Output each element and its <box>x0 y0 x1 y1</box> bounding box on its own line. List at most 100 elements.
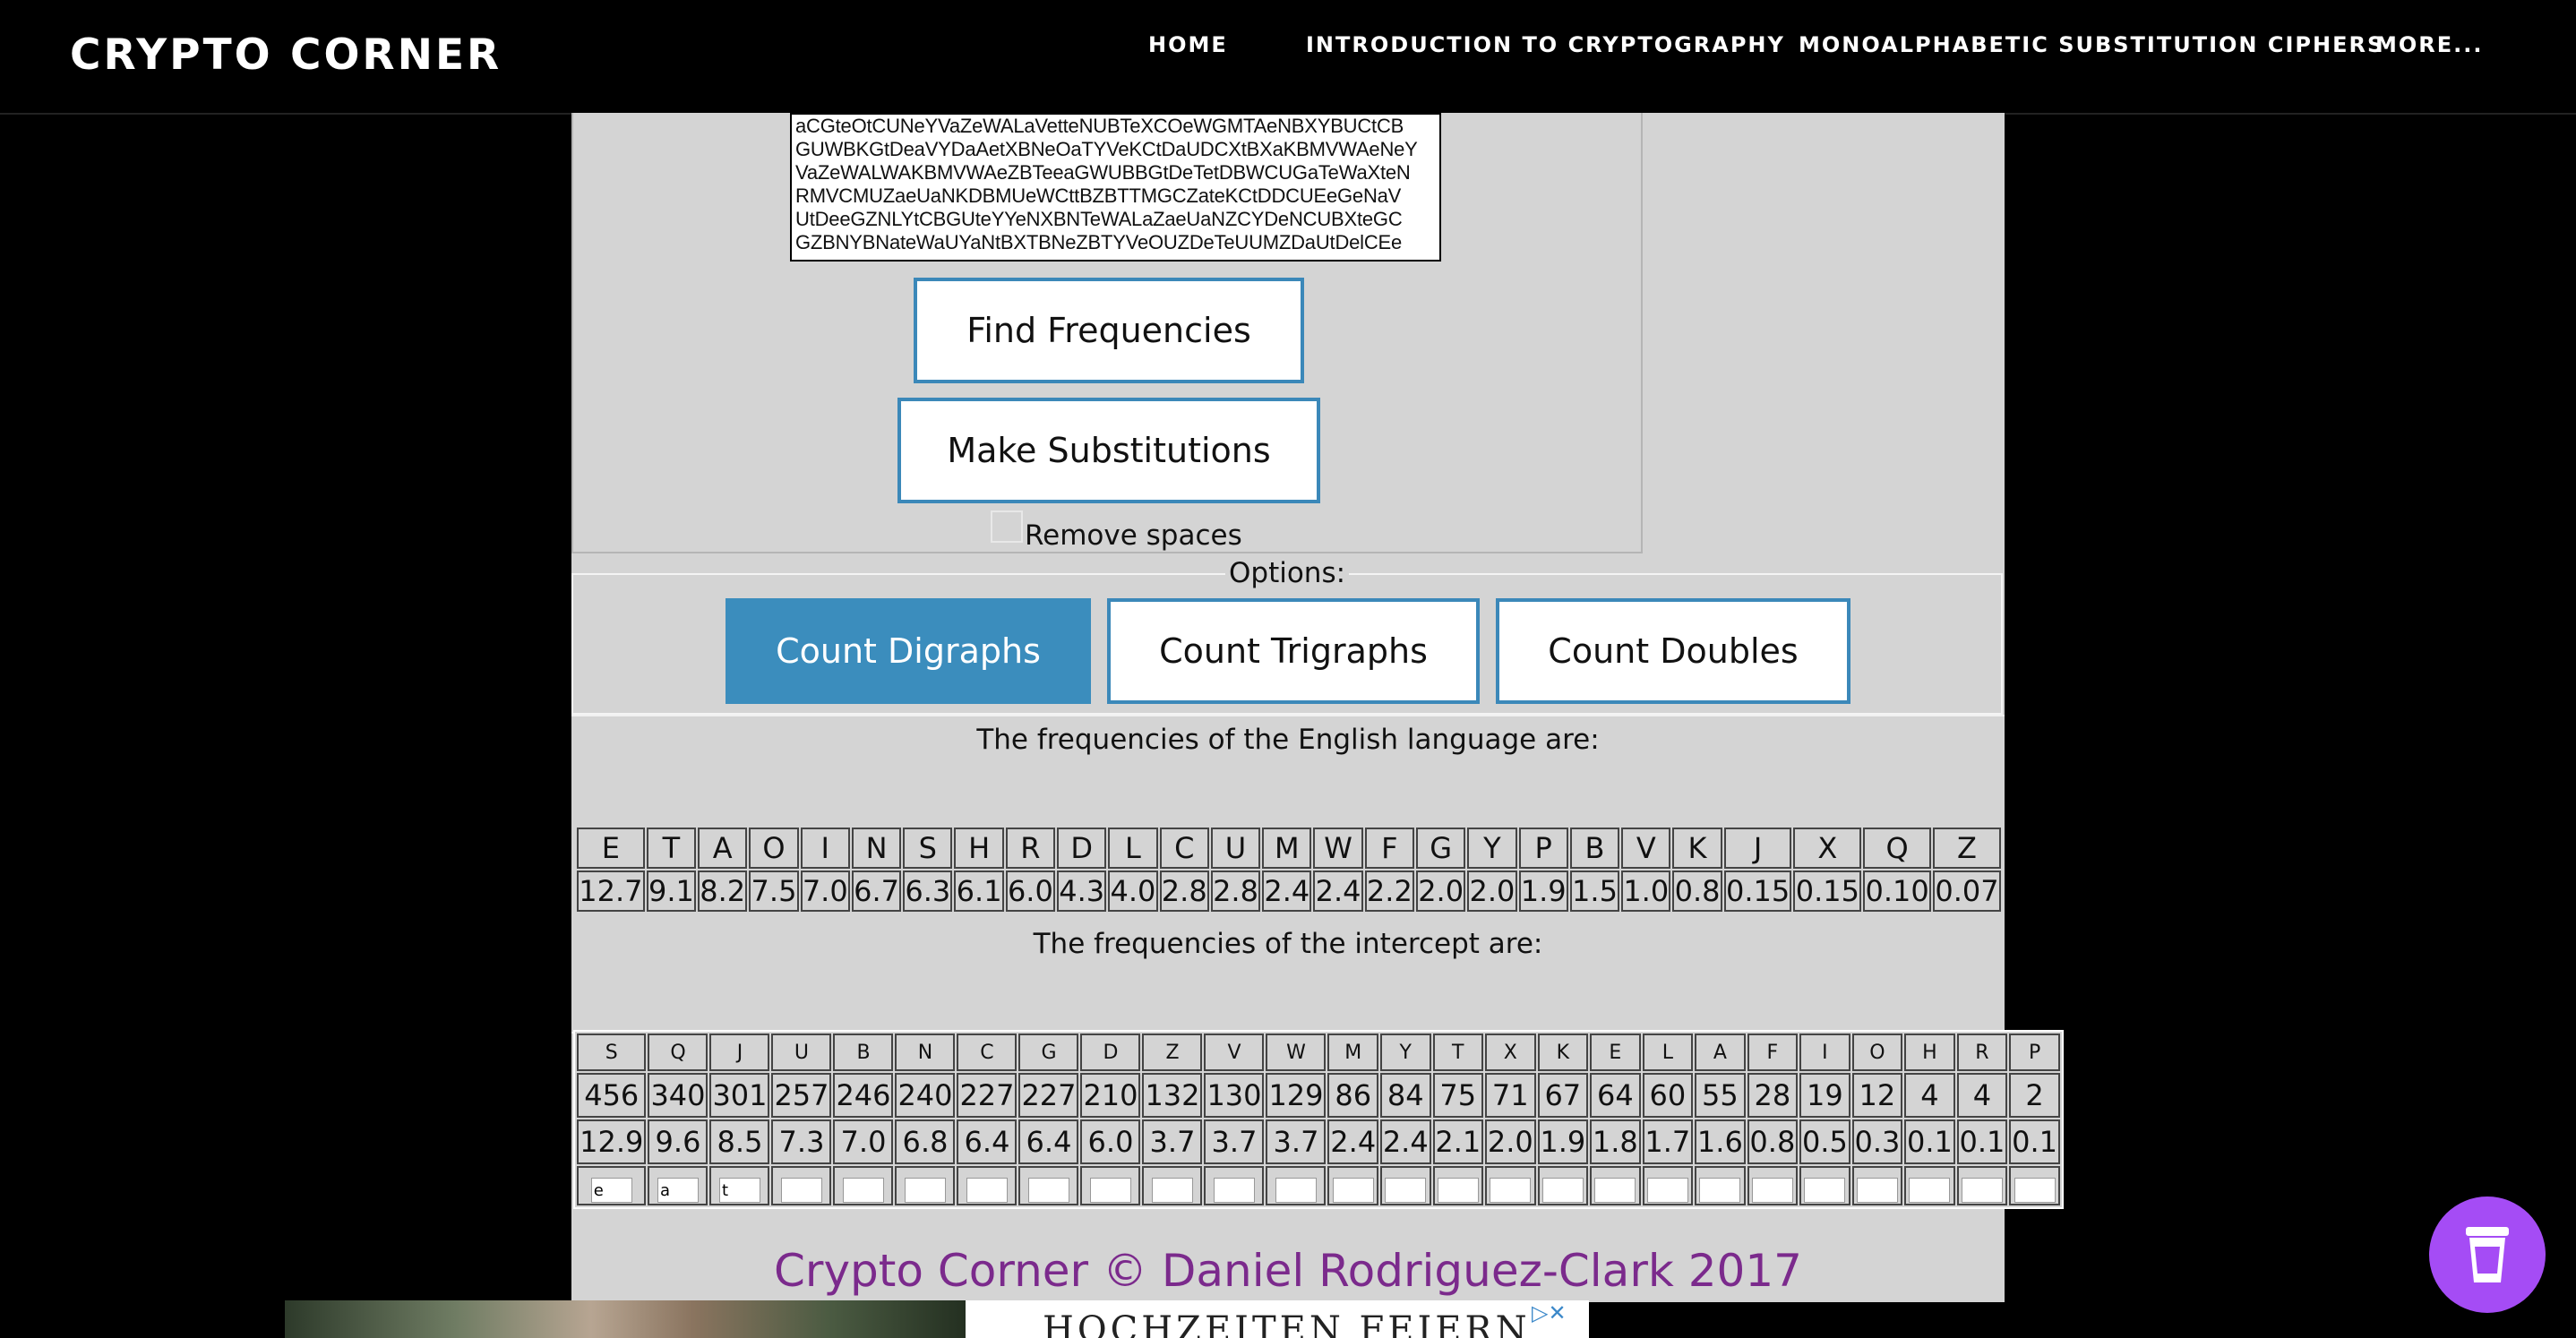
intercept-substitution-row <box>577 1166 2060 1205</box>
count-doubles-button[interactable]: Count Doubles <box>1496 598 1850 704</box>
english-freq-cell: 2.0 <box>1467 871 1517 912</box>
count-trigraphs-button[interactable]: Count Trigraphs <box>1107 598 1480 704</box>
intercept-count-cell: 210 <box>1080 1073 1141 1118</box>
nav-monoalphabetic[interactable]: MONOALPHABETIC SUBSTITUTION CIPHERS <box>1799 32 2384 57</box>
intercept-percent-cell: 2.4 <box>1380 1119 1431 1164</box>
intercept-letter-cell: M <box>1327 1034 1378 1071</box>
intercept-count-cell: 86 <box>1327 1073 1378 1118</box>
nav-home[interactable]: HOME <box>1148 32 1228 57</box>
substitution-cell <box>1642 1166 1694 1205</box>
english-letter-cell: H <box>954 828 1004 869</box>
substitution-input[interactable] <box>1385 1178 1427 1204</box>
substitution-input[interactable] <box>1751 1178 1793 1204</box>
substitution-cell <box>1432 1166 1484 1205</box>
substitution-input[interactable] <box>1275 1178 1317 1204</box>
intercept-frequency-table: SQJUBNCGDZVWMYTXKELAFIOHRP 456 340 301 257 2… <box>573 1030 2064 1209</box>
remove-spaces-checkbox[interactable] <box>991 510 1023 543</box>
intercept-letter-cell: Y <box>1380 1034 1431 1071</box>
substitution-input[interactable] <box>1213 1178 1255 1204</box>
substitution-input[interactable] <box>966 1178 1008 1204</box>
substitution-input[interactable] <box>1541 1178 1584 1204</box>
english-frequency-table: ETAOINSHRDLCUMWFGYPBVKJXQZ 12.7 9.1 8.2 7.5… <box>575 826 2003 913</box>
ad-close-icon[interactable]: ▷✕ <box>1532 1300 1567 1325</box>
options-legend: Options: <box>1225 557 1350 589</box>
substitution-input[interactable] <box>1027 1178 1069 1204</box>
english-freq-cell: 12.7 <box>577 871 645 912</box>
substitution-input[interactable] <box>1437 1178 1479 1204</box>
substitution-input[interactable] <box>1961 1178 2003 1204</box>
intercept-letter-cell: V <box>1204 1034 1265 1071</box>
substitution-input[interactable] <box>1594 1178 1636 1204</box>
substitution-cell <box>709 1166 770 1205</box>
intercept-count-cell: 340 <box>648 1073 708 1118</box>
site-brand[interactable]: CRYPTO CORNER <box>70 30 502 80</box>
substitution-input[interactable] <box>1804 1178 1846 1204</box>
ciphertext-textarea[interactable]: aCGteOtCUNeYVaZeWALaVetteNUBTeXCOeWGMTAe… <box>790 113 1441 262</box>
ad-headline: HOCHZEITEN FEIERN <box>1043 1309 1531 1338</box>
make-substitutions-button[interactable]: Make Substitutions <box>897 398 1320 503</box>
intercept-count-cell: 4 <box>1904 1073 1955 1118</box>
substitution-input[interactable] <box>1089 1178 1131 1204</box>
ciphertext-line: UtDeeGZNLYtCBGUteYYeNXBNTeWALaZaeUaNZCYD… <box>795 208 1403 230</box>
english-freq-cell: 1.0 <box>1621 871 1671 912</box>
substitution-input[interactable] <box>780 1178 822 1204</box>
substitution-input[interactable] <box>1490 1178 1532 1204</box>
ad-photo[interactable] <box>285 1300 966 1338</box>
english-letter-cell: G <box>1416 828 1466 869</box>
english-freq-cell: 2.2 <box>1364 871 1414 912</box>
intercept-percent-cell: 9.6 <box>648 1119 708 1164</box>
substitution-cell <box>1018 1166 1079 1205</box>
substitution-cell <box>1747 1166 1799 1205</box>
substitution-input[interactable] <box>1332 1178 1374 1204</box>
intercept-count-cell: 75 <box>1432 1073 1484 1118</box>
english-freq-cell: 2.0 <box>1416 871 1466 912</box>
english-freq-cell: 4.0 <box>1108 871 1158 912</box>
substitution-input[interactable] <box>657 1178 699 1204</box>
english-letter-cell: W <box>1313 828 1363 869</box>
english-freq-cell: 0.15 <box>1723 871 1792 912</box>
english-caption: The frequencies of the English language … <box>976 724 1600 756</box>
intercept-letter-cell: B <box>833 1034 894 1071</box>
intercept-percent-row: 12.9 9.6 8.5 7.3 7.0 6.8 6.4 6.4 6.0 3.7 3.7 3.7 2.4… <box>577 1119 2060 1164</box>
substitution-input[interactable] <box>1646 1178 1688 1204</box>
english-letter-cell: U <box>1210 828 1261 869</box>
nav-intro-cryptography[interactable]: INTRODUCTION TO CRYPTOGRAPHY <box>1306 32 1785 57</box>
nav-more[interactable]: MORE... <box>2375 32 2484 57</box>
intercept-letter-cell: R <box>1956 1034 2008 1071</box>
substitution-input[interactable] <box>718 1178 760 1204</box>
count-digraphs-button[interactable]: Count Digraphs <box>726 598 1091 704</box>
intercept-letter-cell: N <box>895 1034 956 1071</box>
substitution-input[interactable] <box>1699 1178 1741 1204</box>
find-frequencies-button[interactable]: Find Frequencies <box>914 278 1304 383</box>
substitution-input[interactable] <box>2014 1178 2056 1204</box>
intercept-letter-cell: A <box>1695 1034 1746 1071</box>
buy-coffee-button[interactable] <box>2429 1196 2546 1313</box>
english-freq-cell: 0.07 <box>1933 871 2001 912</box>
english-letter-cell: F <box>1364 828 1414 869</box>
intercept-percent-cell: 2.1 <box>1432 1119 1484 1164</box>
intercept-percent-cell: 3.7 <box>1142 1119 1203 1164</box>
substitution-input[interactable] <box>1151 1178 1193 1204</box>
english-freq-cell: 2.8 <box>1210 871 1261 912</box>
intercept-count-cell: 64 <box>1590 1073 1641 1118</box>
substitution-input[interactable] <box>842 1178 884 1204</box>
substitution-cell <box>1590 1166 1641 1205</box>
english-freq-cell: 7.5 <box>749 871 799 912</box>
english-letter-cell: X <box>1793 828 1862 869</box>
intercept-count-cell: 4 <box>1956 1073 2008 1118</box>
english-letter-cell: B <box>1569 828 1620 869</box>
intercept-letter-cell: X <box>1485 1034 1536 1071</box>
substitution-input[interactable] <box>1909 1178 1951 1204</box>
intercept-letter-cell: I <box>1799 1034 1850 1071</box>
substitution-input[interactable] <box>590 1178 632 1204</box>
english-freq-cell: 7.0 <box>800 871 850 912</box>
substitution-cell <box>1266 1166 1327 1205</box>
substitution-cell <box>648 1166 708 1205</box>
substitution-input[interactable] <box>1856 1178 1898 1204</box>
intercept-percent-cell: 0.8 <box>1747 1119 1799 1164</box>
substitution-input[interactable] <box>904 1178 946 1204</box>
english-letter-cell: M <box>1262 828 1312 869</box>
intercept-letters-row: SQJUBNCGDZVWMYTXKELAFIOHRP <box>577 1034 2060 1071</box>
english-letter-cell: I <box>800 828 850 869</box>
ad-banner[interactable]: HOCHZEITEN FEIERN ▷✕ <box>966 1300 1589 1338</box>
